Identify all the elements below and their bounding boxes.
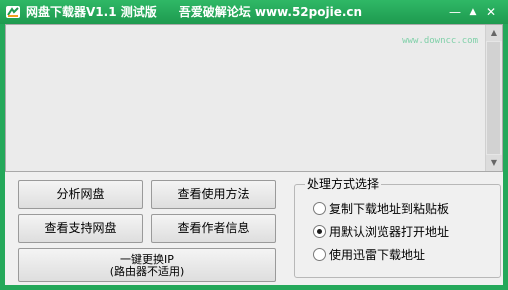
app-logo-icon (6, 6, 20, 18)
radio-button-selected[interactable] (313, 225, 326, 238)
processing-mode-group: 处理方式选择 复制下载地址到粘贴板 用默认浏览器打开地址 使用迅雷下载地址 (294, 176, 501, 278)
usage-button[interactable]: 查看使用方法 (151, 180, 276, 209)
main-window: 网盘下载器V1.1 测试版 吾爱破解论坛 www.52pojie.cn — ▲ ✕… (0, 0, 508, 290)
window-title: 网盘下载器V1.1 测试版 吾爱破解论坛 www.52pojie.cn (26, 4, 362, 20)
output-textarea[interactable]: www.downcc.com ▲ ▼ (5, 24, 503, 172)
change-ip-note: (路由器不适用) (109, 265, 185, 278)
option-copy-to-clipboard[interactable]: 复制下载地址到粘贴板 (313, 201, 449, 217)
app-title: 网盘下载器V1.1 测试版 (26, 5, 157, 19)
title-bar[interactable]: 网盘下载器V1.1 测试版 吾爱破解论坛 www.52pojie.cn — ▲ ✕ (0, 0, 508, 24)
close-icon[interactable]: ✕ (484, 5, 498, 19)
change-ip-label: 一键更换IP (120, 253, 174, 266)
processing-mode-legend: 处理方式选择 (305, 176, 382, 192)
minimize-icon[interactable]: — (448, 5, 462, 19)
scroll-down-icon[interactable]: ▼ (486, 155, 502, 171)
supported-disks-button[interactable]: 查看支持网盘 (18, 214, 143, 243)
option-thunder-download[interactable]: 使用迅雷下载地址 (313, 247, 425, 263)
vertical-scrollbar[interactable]: ▲ ▼ (485, 25, 502, 171)
scroll-thumb[interactable] (487, 42, 500, 154)
watermark: www.downcc.com (402, 36, 478, 46)
option-label: 用默认浏览器打开地址 (329, 225, 450, 239)
scroll-up-icon[interactable]: ▲ (486, 25, 502, 41)
maximize-icon[interactable]: ▲ (466, 5, 480, 19)
radio-button[interactable] (313, 248, 326, 261)
change-ip-button[interactable]: 一键更换IP (路由器不适用) (18, 248, 276, 282)
analyze-button[interactable]: 分析网盘 (18, 180, 143, 209)
site-credit: 吾爱破解论坛 www.52pojie.cn (178, 5, 363, 19)
option-open-in-browser[interactable]: 用默认浏览器打开地址 (313, 224, 449, 240)
radio-button[interactable] (313, 202, 326, 215)
option-label: 复制下载地址到粘贴板 (329, 202, 450, 216)
control-panel: 分析网盘 查看使用方法 查看支持网盘 查看作者信息 一键更换IP (路由器不适用… (5, 172, 503, 285)
author-info-button[interactable]: 查看作者信息 (151, 214, 276, 243)
option-label: 使用迅雷下载地址 (329, 248, 426, 262)
